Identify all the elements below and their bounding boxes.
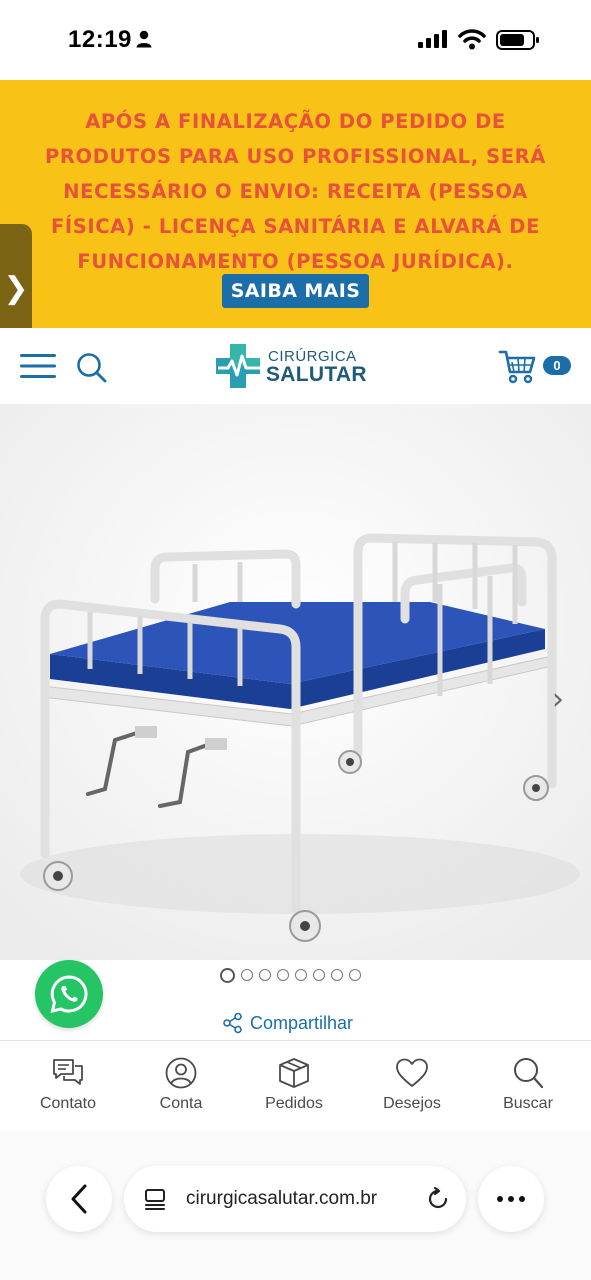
carousel-dot[interactable] (313, 969, 325, 981)
cellular-signal-icon (418, 30, 447, 48)
nav-label: Conta (159, 1095, 203, 1112)
nav-item-pedidos[interactable]: Pedidos (244, 1057, 344, 1113)
share-link[interactable]: Compartilhar (222, 1012, 353, 1034)
notice-text: APÓS A FINALIZAÇÃO DO PEDIDO DE PRODUTOS… (45, 110, 546, 273)
product-gallery[interactable]: › (0, 404, 591, 960)
share-label: Compartilhar (250, 1012, 354, 1033)
wifi-icon (458, 29, 486, 50)
nav-label: Buscar (503, 1095, 553, 1112)
carousel-dot[interactable] (349, 969, 361, 981)
site-header: CIRÚRGICA SALUTAR 0 (0, 328, 591, 404)
url-text: cirurgicasalutar.com.br (186, 1188, 378, 1209)
menu-icon[interactable] (20, 352, 58, 380)
more-options-button[interactable] (478, 1166, 544, 1232)
carousel-dot[interactable] (295, 969, 307, 981)
share-icon (223, 1012, 242, 1034)
search-icon (514, 1058, 544, 1089)
nav-item-buscar[interactable]: Buscar (478, 1057, 578, 1113)
status-bar: 12:19 (0, 0, 591, 80)
chat-icon (53, 1059, 83, 1085)
carousel-dot[interactable] (259, 969, 271, 981)
carousel-dot[interactable] (331, 969, 343, 981)
heart-icon (396, 1058, 428, 1087)
ellipsis-icon (497, 1196, 525, 1202)
logo-cross-icon (216, 344, 260, 388)
nav-label: Contato (39, 1095, 97, 1112)
bottom-nav: Contato Conta Pedidos Desejos Buscar (0, 1040, 591, 1130)
address-bar[interactable]: cirurgicasalutar.com.br (124, 1166, 466, 1232)
product-image (0, 404, 591, 960)
person-icon (136, 30, 152, 48)
carousel-dot[interactable] (241, 969, 253, 981)
reload-icon[interactable] (426, 1187, 450, 1211)
back-button[interactable] (46, 1166, 112, 1232)
nav-label: Pedidos (265, 1095, 323, 1112)
carousel-dot[interactable] (220, 967, 235, 983)
browser-toolbar: cirurgicasalutar.com.br (0, 1130, 591, 1280)
user-icon (165, 1057, 197, 1089)
page-menu-icon (145, 1189, 165, 1210)
cart-count-badge: 0 (543, 356, 571, 375)
chevron-right-icon[interactable]: › (552, 682, 564, 717)
nav-label: Desejos (383, 1095, 441, 1112)
chevron-right-icon: ❯ (3, 270, 29, 306)
whatsapp-icon (50, 975, 88, 1014)
carousel-dots (220, 967, 361, 983)
status-time: 12:19 (68, 26, 132, 53)
whatsapp-button[interactable] (35, 960, 103, 1028)
nav-item-contato[interactable]: Contato (18, 1057, 118, 1113)
battery-icon (496, 30, 539, 50)
carousel-dot[interactable] (277, 969, 289, 981)
logo-bottom-text: SALUTAR (266, 363, 367, 386)
site-logo[interactable]: CIRÚRGICA SALUTAR (214, 342, 367, 390)
nav-item-desejos[interactable]: Desejos (362, 1057, 462, 1113)
saiba-mais-button[interactable]: SAIBA MAIS (222, 274, 369, 308)
notice-banner: APÓS A FINALIZAÇÃO DO PEDIDO DE PRODUTOS… (0, 80, 591, 328)
search-icon[interactable] (76, 352, 108, 384)
chevron-left-icon (71, 1184, 87, 1214)
nav-item-conta[interactable]: Conta (131, 1057, 231, 1113)
box-icon (279, 1058, 309, 1088)
cart-icon[interactable] (498, 348, 538, 386)
